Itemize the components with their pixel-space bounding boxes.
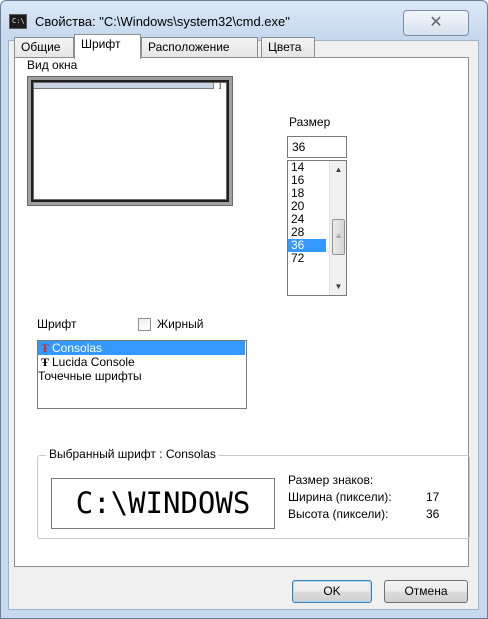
selected-font-label: Выбранный шрифт : Consolas bbox=[46, 447, 219, 461]
preview-title-bar bbox=[34, 83, 226, 89]
truetype-icon: Ŧ bbox=[40, 355, 49, 369]
font-item-raster[interactable]: Точечные шрифты bbox=[38, 369, 246, 383]
height-label: Высота (пиксели): bbox=[288, 507, 389, 521]
truetype-icon: Ŧ bbox=[40, 341, 49, 355]
scroll-up-icon[interactable]: ▲ bbox=[330, 161, 346, 178]
tab-colors[interactable]: Цвета bbox=[261, 37, 315, 58]
font-item-consolas[interactable]: Ŧ Consolas bbox=[38, 341, 245, 355]
scroll-thumb[interactable]: ≡ bbox=[332, 219, 345, 255]
size-option[interactable]: 72 bbox=[288, 252, 326, 265]
cmd-app-icon: C:\ bbox=[9, 14, 27, 29]
preview-close-icon bbox=[220, 83, 226, 89]
window-preview-label: Вид окна bbox=[27, 58, 78, 72]
bold-label[interactable]: Жирный bbox=[157, 317, 203, 331]
font-item-label: Consolas bbox=[52, 341, 103, 355]
close-button[interactable]: ✕ bbox=[403, 10, 469, 36]
tab-font[interactable]: Шрифт bbox=[74, 34, 141, 59]
font-item-label: Lucida Console bbox=[52, 355, 135, 369]
font-item-label: Точечные шрифты bbox=[38, 369, 142, 383]
size-scrollbar[interactable]: ▲ ≡ ▼ bbox=[329, 161, 346, 295]
font-listbox[interactable]: Ŧ Consolas Ŧ Lucida Console Точечные шрифт… bbox=[37, 340, 247, 409]
char-size-label: Размер знаков: bbox=[288, 473, 374, 487]
size-input[interactable]: 36 bbox=[287, 136, 347, 158]
cancel-button[interactable]: Отмена bbox=[384, 580, 468, 603]
size-listbox[interactable]: 14 16 18 20 24 28 36 72 ▲ ≡ ▼ bbox=[287, 160, 347, 296]
window-preview bbox=[27, 76, 233, 206]
width-label: Ширина (пиксели): bbox=[288, 490, 392, 504]
bold-checkbox[interactable] bbox=[138, 318, 151, 331]
height-value: 36 bbox=[426, 507, 440, 521]
preview-maximize-icon bbox=[213, 83, 219, 89]
scroll-down-icon[interactable]: ▼ bbox=[330, 278, 346, 295]
tab-general[interactable]: Общие bbox=[14, 37, 74, 58]
font-item-lucida-console[interactable]: Ŧ Lucida Console bbox=[38, 355, 246, 369]
tab-layout[interactable]: Расположение bbox=[141, 37, 258, 58]
window-title: Свойства: "C:\Windows\system32\cmd.exe" bbox=[35, 14, 290, 29]
preview-window bbox=[33, 82, 227, 200]
font-label: Шрифт bbox=[37, 317, 77, 331]
font-sample: C:\WINDOWS bbox=[51, 478, 275, 529]
size-label: Размер bbox=[289, 115, 331, 129]
ok-button[interactable]: OK bbox=[292, 580, 372, 603]
width-value: 17 bbox=[426, 490, 440, 504]
